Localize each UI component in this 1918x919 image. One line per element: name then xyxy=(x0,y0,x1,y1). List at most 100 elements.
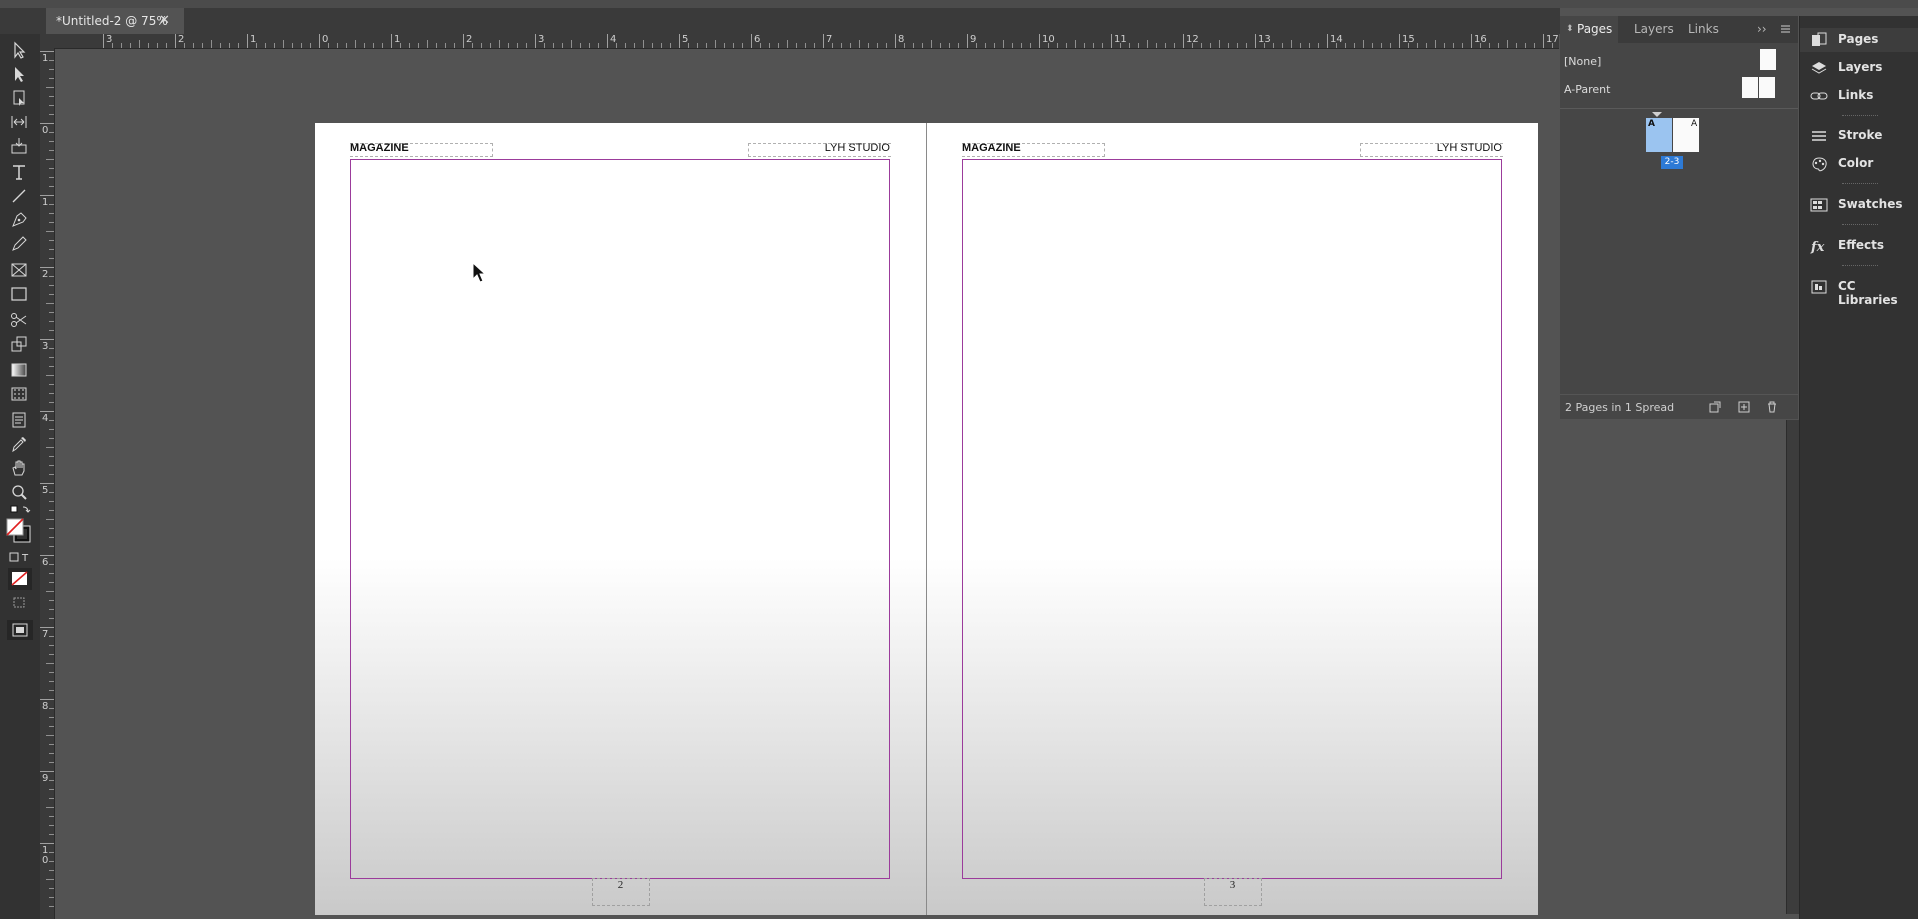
ruler-minor-tick xyxy=(670,43,671,48)
new-page-icon[interactable] xyxy=(1736,399,1752,415)
parent-none-row[interactable]: [None] xyxy=(1560,46,1798,74)
ruler-minor-tick xyxy=(49,906,54,907)
close-icon[interactable]: ✕ xyxy=(159,8,170,34)
ruler-minor-tick xyxy=(46,231,54,232)
ruler-minor-tick xyxy=(1345,43,1346,48)
ruler-minor-tick xyxy=(1354,43,1355,48)
ruler-minor-tick xyxy=(1201,43,1202,48)
ruler-minor-tick xyxy=(49,60,54,61)
ruler-major-tick xyxy=(391,34,392,48)
ruler-label: 9 xyxy=(42,773,49,784)
pages-icon xyxy=(1812,32,1827,46)
expand-panels-icon[interactable]: ›› xyxy=(1757,16,1767,43)
content-collector-tool-icon[interactable] xyxy=(9,136,31,156)
type-tool-icon[interactable] xyxy=(9,162,31,182)
scissors-tool-icon[interactable] xyxy=(9,310,31,330)
ruler-minor-tick xyxy=(490,43,491,48)
ruler-minor-tick xyxy=(364,43,365,48)
apply-none-swatch[interactable] xyxy=(8,568,32,590)
ruler-minor-tick xyxy=(238,43,239,48)
free-transform-tool-icon[interactable] xyxy=(9,334,31,354)
ruler-minor-tick xyxy=(931,40,932,48)
ruler-minor-tick xyxy=(436,43,437,48)
horizontal-ruler[interactable]: 3 2 1 0 1 2 3 4 5 6 7 8 9 10 11 12 13 14 15 16 17 xyxy=(40,34,1559,49)
page-2[interactable]: MAGAZINE LYH STUDIO 2 xyxy=(315,123,926,915)
ruler-major-tick xyxy=(1471,34,1472,48)
tab-layers[interactable]: Layers xyxy=(1634,16,1674,43)
edit-page-size-icon[interactable] xyxy=(1708,399,1724,415)
dock-item-links[interactable]: Links xyxy=(1800,84,1918,108)
pencil-tool-icon[interactable] xyxy=(9,234,31,254)
ruler-major-tick xyxy=(40,555,54,556)
dock-item-swatches[interactable]: Swatches xyxy=(1800,193,1918,217)
parent-none-thumbnail[interactable] xyxy=(1760,49,1776,70)
delete-page-icon[interactable] xyxy=(1764,399,1780,415)
line-tool-icon[interactable] xyxy=(9,186,31,206)
ruler-minor-tick xyxy=(46,879,54,880)
panel-scrollbar[interactable] xyxy=(1786,420,1799,914)
page-3[interactable]: MAGAZINE LYH STUDIO 3 xyxy=(927,123,1538,915)
tab-links[interactable]: Links xyxy=(1688,16,1719,43)
screen-mode-icon[interactable] xyxy=(7,620,33,640)
eyedropper-tool-icon[interactable] xyxy=(9,434,31,454)
screen-mode-small-icon[interactable] xyxy=(9,596,31,610)
gradient-swatch-tool-icon[interactable] xyxy=(9,360,31,380)
dock-item-stroke[interactable]: Stroke xyxy=(1800,124,1918,148)
ruler-minor-tick xyxy=(46,375,54,376)
ruler-minor-tick xyxy=(1363,40,1364,48)
ruler-minor-tick xyxy=(1129,43,1130,48)
dock-item-effects[interactable]: fx Effects xyxy=(1800,234,1918,258)
note-tool-icon[interactable] xyxy=(9,410,31,430)
panel-menu-icon[interactable] xyxy=(1778,16,1798,43)
gap-tool-icon[interactable] xyxy=(9,112,31,132)
ruler-label: 4 xyxy=(42,413,49,424)
ruler-minor-tick xyxy=(49,897,54,898)
dock-separator xyxy=(1842,115,1878,118)
hand-tool-icon[interactable] xyxy=(9,458,31,478)
links-icon xyxy=(1810,92,1828,100)
ruler-minor-tick xyxy=(697,43,698,48)
ruler-minor-tick xyxy=(229,43,230,48)
page-number: 2 xyxy=(617,879,624,891)
a-parent-row[interactable]: A-Parent xyxy=(1560,74,1798,102)
dock-item-layers[interactable]: Layers xyxy=(1800,56,1918,80)
vertical-ruler[interactable]: 101234567891 0 xyxy=(40,48,55,919)
ruler-minor-tick xyxy=(328,43,329,48)
ruler-minor-tick xyxy=(1318,43,1319,48)
document-tab-title: *Untitled-2 @ 75% xyxy=(56,14,168,28)
ruler-major-tick xyxy=(463,34,464,48)
document-tab[interactable]: *Untitled-2 @ 75% ✕ xyxy=(46,8,184,34)
dock-item-cc-libraries[interactable]: CC Libraries xyxy=(1800,275,1918,307)
page-tool-icon[interactable] xyxy=(9,88,31,108)
rectangle-frame-tool-icon[interactable] xyxy=(9,260,31,280)
ruler-minor-tick xyxy=(652,43,653,48)
ruler-minor-tick xyxy=(49,249,54,250)
pen-tool-icon[interactable] xyxy=(9,210,31,230)
ruler-minor-tick xyxy=(922,43,923,48)
gradient-feather-tool-icon[interactable] xyxy=(9,384,31,404)
ruler-minor-tick xyxy=(1138,43,1139,48)
fill-stroke-swatch[interactable] xyxy=(4,516,34,544)
ruler-minor-tick xyxy=(49,276,54,277)
ruler-minor-tick xyxy=(49,537,54,538)
spread-spine xyxy=(926,123,927,915)
dock-item-color[interactable]: Color xyxy=(1800,152,1918,176)
cc-libraries-icon xyxy=(1811,280,1827,294)
ruler-minor-tick xyxy=(49,870,54,871)
pages-status-bar: 2 Pages in 1 Spread xyxy=(1560,394,1798,419)
ruler-minor-tick xyxy=(1534,43,1535,48)
direct-selection-tool-icon[interactable] xyxy=(9,64,31,84)
zoom-tool-icon[interactable] xyxy=(9,482,31,502)
ruler-major-tick xyxy=(40,123,54,124)
ruler-minor-tick xyxy=(211,40,212,48)
a-parent-right-thumbnail[interactable] xyxy=(1759,77,1775,98)
formatting-container-icon[interactable]: T xyxy=(9,552,31,564)
ruler-major-tick xyxy=(175,34,176,48)
pages-panel: ⬍ Pages Layers Links ›› [None] A-Parent … xyxy=(1560,16,1798,419)
ruler-minor-tick xyxy=(220,43,221,48)
tab-pages[interactable]: ⬍ Pages xyxy=(1560,16,1618,43)
dock-item-pages[interactable]: Pages xyxy=(1800,28,1918,52)
a-parent-left-thumbnail[interactable] xyxy=(1742,77,1758,98)
selection-tool-icon[interactable] xyxy=(9,40,31,60)
rectangle-tool-icon[interactable] xyxy=(9,284,31,304)
